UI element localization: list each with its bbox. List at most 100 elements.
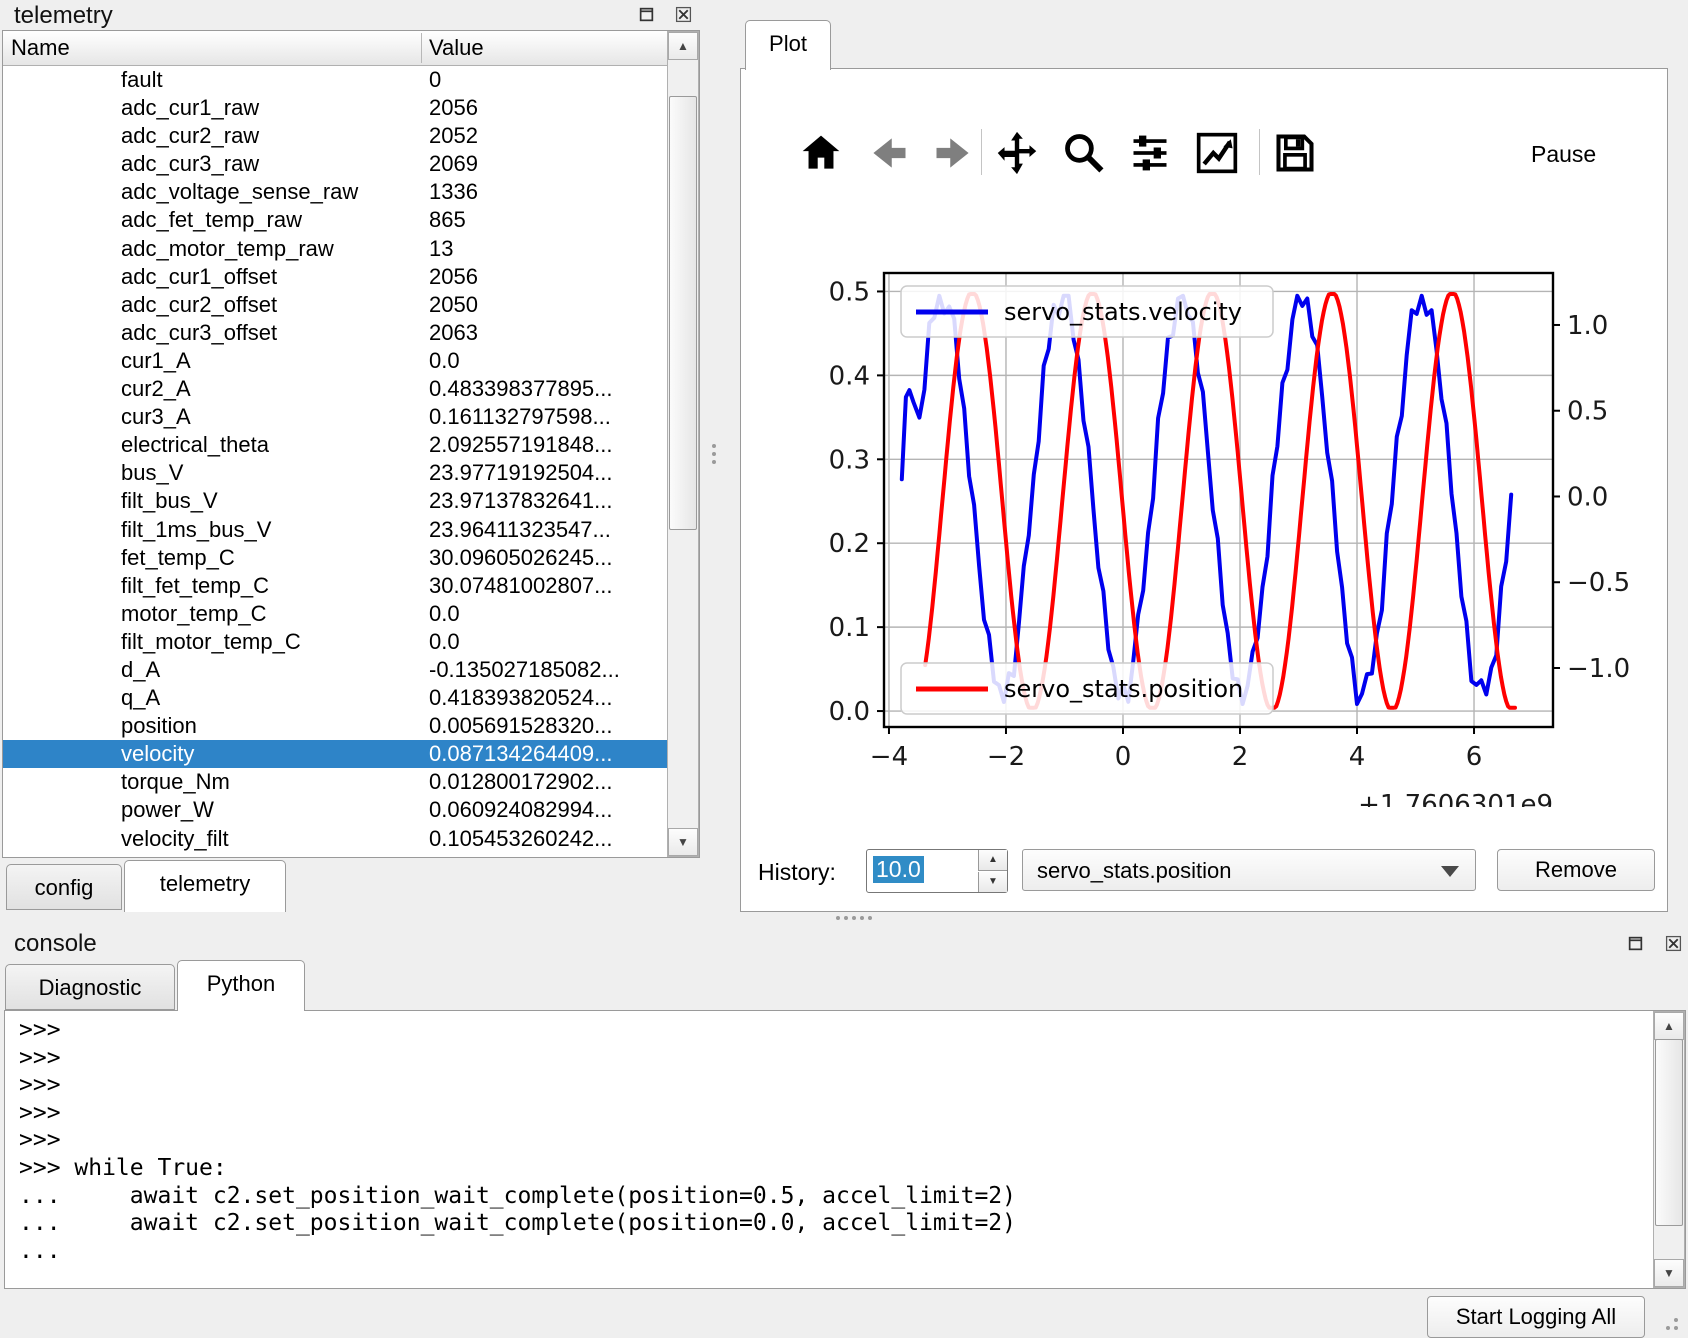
table-row[interactable]: adc_cur2_raw 2052 bbox=[3, 122, 667, 150]
column-header-name[interactable]: Name bbox=[11, 31, 70, 65]
console-line: >>> bbox=[19, 1100, 1651, 1128]
pan-icon[interactable] bbox=[995, 131, 1039, 175]
table-row[interactable]: velocity0.087134264409... bbox=[3, 740, 667, 768]
svg-text:6: 6 bbox=[1466, 742, 1483, 772]
home-icon[interactable] bbox=[799, 131, 843, 175]
table-row[interactable]: cur1_A0.0 bbox=[3, 347, 667, 375]
pause-button[interactable]: Pause bbox=[1531, 141, 1596, 168]
spin-up-icon[interactable]: ▲ bbox=[978, 850, 1007, 871]
svg-text:−2: −2 bbox=[987, 742, 1025, 772]
save-icon[interactable] bbox=[1273, 131, 1317, 175]
table-row[interactable]: electrical_theta2.092557191848... bbox=[3, 431, 667, 459]
row-value: 2050 bbox=[429, 291, 478, 319]
console-dock-title: console bbox=[14, 930, 97, 958]
row-name: adc_fet_temp_raw bbox=[121, 206, 302, 234]
row-value: 0.005691528320... bbox=[429, 712, 613, 740]
table-row[interactable]: adc_cur3_offset2063 bbox=[3, 319, 667, 347]
telemetry-close-icon[interactable] bbox=[673, 4, 693, 24]
table-row[interactable]: adc_fet_temp_raw865 bbox=[3, 206, 667, 234]
row-value: 2069 bbox=[429, 150, 478, 178]
table-row[interactable]: filt_bus_V23.97137832641... bbox=[3, 487, 667, 515]
console-scrollbar-thumb[interactable] bbox=[1655, 1039, 1683, 1226]
customize-axes-icon[interactable] bbox=[1195, 131, 1239, 175]
tab-python-label: Python bbox=[178, 971, 304, 997]
toolbar-separator bbox=[981, 129, 982, 175]
table-row[interactable]: position 0.005691528320... bbox=[3, 712, 667, 740]
console-float-icon[interactable] bbox=[1625, 933, 1645, 953]
row-name: adc_cur2_raw bbox=[121, 122, 259, 150]
scroll-up-icon[interactable]: ▲ bbox=[1654, 1012, 1684, 1040]
row-value: 2052 bbox=[429, 122, 478, 150]
row-name: adc_cur2_offset bbox=[121, 291, 277, 319]
table-row[interactable]: cur2_A0.483398377895... bbox=[3, 375, 667, 403]
console-scrollbar[interactable]: ▲ ▼ bbox=[1653, 1011, 1685, 1288]
scroll-down-icon[interactable]: ▼ bbox=[668, 828, 698, 856]
row-value: 0.0 bbox=[429, 600, 460, 628]
zoom-icon[interactable] bbox=[1062, 131, 1106, 175]
table-row[interactable]: torque_Nm0.012800172902... bbox=[3, 768, 667, 796]
row-name: cur1_A bbox=[121, 347, 191, 375]
column-divider[interactable] bbox=[421, 33, 422, 63]
table-row[interactable]: fault0 bbox=[3, 66, 667, 94]
table-row[interactable]: bus_V23.97719192504... bbox=[3, 459, 667, 487]
table-row[interactable]: adc_voltage_sense_raw1336 bbox=[3, 178, 667, 206]
tab-python[interactable]: Python bbox=[177, 960, 305, 1011]
table-row[interactable]: adc_cur3_raw2069 bbox=[3, 150, 667, 178]
telemetry-scrollbar[interactable]: ▲ ▼ bbox=[667, 31, 699, 857]
row-value: 23.96411323547... bbox=[429, 516, 611, 544]
console-line: >>> bbox=[19, 1045, 1651, 1073]
forward-icon[interactable] bbox=[931, 131, 975, 175]
table-row[interactable]: fet_temp_C30.09605026245... bbox=[3, 544, 667, 572]
history-spinbox[interactable]: 10.0 ▲ ▼ bbox=[866, 849, 1008, 893]
table-row[interactable]: filt_fet_temp_C30.07481002807... bbox=[3, 572, 667, 600]
table-row[interactable]: motor_temp_C0.0 bbox=[3, 600, 667, 628]
telemetry-scrollbar-thumb[interactable] bbox=[669, 96, 697, 530]
table-row[interactable]: power_W0.060924082994... bbox=[3, 796, 667, 824]
table-row[interactable]: filt_1ms_bus_V23.96411323547... bbox=[3, 516, 667, 544]
tab-plot[interactable]: Plot bbox=[745, 20, 831, 70]
scroll-up-icon[interactable]: ▲ bbox=[668, 32, 698, 60]
telemetry-float-icon[interactable] bbox=[636, 4, 656, 24]
console-close-icon[interactable] bbox=[1663, 933, 1683, 953]
tab-config[interactable]: config bbox=[6, 864, 122, 910]
table-row[interactable]: cur3_A0.161132797598... bbox=[3, 403, 667, 431]
svg-text:1.0: 1.0 bbox=[1567, 311, 1608, 341]
console-output[interactable]: >>>>>>>>>>>>>>>>>> while True:... await … bbox=[4, 1010, 1686, 1289]
plot-canvas[interactable]: servo_stats.velocityservo_stats.position… bbox=[776, 201, 1632, 807]
start-logging-button[interactable]: Start Logging All bbox=[1427, 1296, 1645, 1338]
table-row[interactable]: filt_motor_temp_C0.0 bbox=[3, 628, 667, 656]
svg-text:0.4: 0.4 bbox=[829, 361, 870, 391]
table-row[interactable]: d_A-0.135027185082... bbox=[3, 656, 667, 684]
column-header-value[interactable]: Value bbox=[429, 31, 484, 65]
console-line: ... await c2.set_position_wait_complete(… bbox=[19, 1210, 1651, 1238]
svg-text:0.5: 0.5 bbox=[829, 277, 870, 307]
spin-down-icon[interactable]: ▼ bbox=[978, 872, 1007, 892]
row-name: electrical_theta bbox=[121, 431, 269, 459]
table-row[interactable]: adc_cur1_raw2056 bbox=[3, 94, 667, 122]
table-row[interactable]: adc_motor_temp_raw13 bbox=[3, 235, 667, 263]
start-logging-label: Start Logging All bbox=[1456, 1304, 1616, 1329]
row-name: position bbox=[121, 712, 197, 740]
tab-diagnostic[interactable]: Diagnostic bbox=[5, 964, 175, 1010]
row-value: 0.418393820524... bbox=[429, 684, 613, 712]
row-value: 0.105453260242... bbox=[429, 825, 613, 853]
subplots-icon[interactable] bbox=[1128, 131, 1172, 175]
back-icon[interactable] bbox=[867, 131, 911, 175]
tab-diagnostic-label: Diagnostic bbox=[6, 975, 174, 1001]
telemetry-dock: telemetry Name Value fault0adc_cur1_raw2… bbox=[0, 0, 712, 914]
row-value: 2063 bbox=[429, 319, 478, 347]
row-value: 0.0 bbox=[429, 628, 460, 656]
table-row[interactable]: q_A0.418393820524... bbox=[3, 684, 667, 712]
svg-text:0.3: 0.3 bbox=[829, 445, 870, 475]
tab-plot-label: Plot bbox=[746, 31, 830, 57]
scroll-down-icon[interactable]: ▼ bbox=[1654, 1259, 1684, 1287]
telemetry-table-header[interactable]: Name Value bbox=[3, 31, 699, 66]
signal-selector-dropdown[interactable]: servo_stats.position bbox=[1022, 849, 1476, 891]
remove-button[interactable]: Remove bbox=[1497, 849, 1655, 891]
svg-text:4: 4 bbox=[1349, 742, 1366, 772]
table-row[interactable]: adc_cur1_offset2056 bbox=[3, 263, 667, 291]
table-row[interactable]: velocity_filt0.105453260242... bbox=[3, 825, 667, 853]
table-row[interactable]: adc_cur2_offset 2050 bbox=[3, 291, 667, 319]
tab-telemetry[interactable]: telemetry bbox=[124, 860, 286, 912]
history-value[interactable]: 10.0 bbox=[873, 856, 924, 883]
